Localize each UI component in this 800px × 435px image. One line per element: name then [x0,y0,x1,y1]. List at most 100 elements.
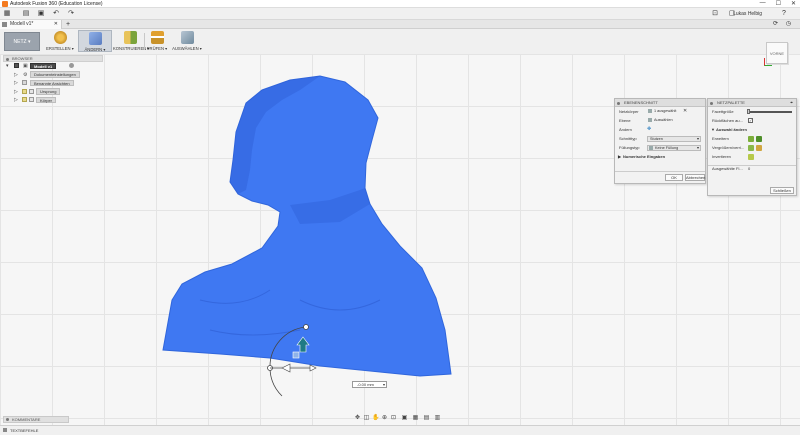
arc-handle-top[interactable] [303,324,309,330]
selected-faces-row: Ausgewählte Fl... 0 [708,164,796,173]
backfaces-checkbox[interactable]: ✓ [748,118,753,123]
browser-item[interactable]: ▷ Benannte Ansichten [3,79,103,88]
slider-knob[interactable] [747,109,750,114]
field-label: Ändern [619,127,632,132]
cancel-button[interactable]: Abbrechen [685,174,705,181]
orbit-icon[interactable]: ✥ [354,415,361,422]
environment-icon[interactable]: ▥ [434,415,441,422]
close-tab-icon[interactable]: ✕ [54,20,58,29]
visibility-icon[interactable] [22,97,27,102]
pin-icon[interactable]: ⌖ [790,99,793,107]
fill-icon [649,146,653,150]
help-icon[interactable]: ? [780,10,788,18]
shrink-icon[interactable] [756,144,762,151]
browser-root-row[interactable]: ▾ ▣ Modell v1 [3,62,103,71]
collapse-arrow-icon[interactable]: ▾ [6,63,9,69]
modify-menu[interactable]: ÄNDERN ▾ [78,30,112,52]
redo-icon[interactable]: ↷ [67,10,75,18]
collapse-dot-icon[interactable] [710,101,713,105]
navigation-bar: ✥ ◫ ✋ ⊕ ⊡ ▣ ▦ ▤ ▥ [354,414,460,423]
dialog-header[interactable]: EBENENSCHNITT [615,99,705,107]
expand-arrow-icon[interactable]: ▷ [14,89,18,95]
select-icon [180,31,194,44]
extend-all-icon[interactable] [756,135,762,142]
numeric-inputs-section[interactable]: ▶ Numerische Eingaben [615,152,705,161]
display-settings-icon[interactable]: ▣ [401,415,408,422]
user-name[interactable]: Lukas Helbig [733,11,762,17]
expand-arrow-icon[interactable]: ▷ [14,72,18,78]
refresh-icon[interactable]: ⟳ [772,21,779,28]
viewcube[interactable]: VORNE [764,42,788,66]
selection-chip[interactable]: 1 ausgewählt [647,109,678,115]
activate-radio-icon[interactable] [69,63,74,68]
job-status-icon[interactable]: ⊡ [711,10,719,18]
invert-row: Invertieren [708,152,796,161]
text-commands-bar[interactable]: TEXTBEFEHLE [0,425,800,435]
browser-item-label: Dokumenteinstellungen [30,71,80,78]
cut-type-select[interactable]: Stutzen ▾ [647,135,701,142]
section-label: Numerische Eingaben [623,154,666,159]
inspect-menu[interactable]: PRÜFEN ▾ [140,30,174,52]
expand-arrow-icon[interactable]: ▷ [14,80,18,86]
cursor-icon [648,118,652,122]
facet-size-slider[interactable] [748,110,792,113]
fit-icon[interactable]: ⊡ [390,415,397,422]
app-grid-icon[interactable]: ▦ [3,10,11,18]
browser-item[interactable]: ▷ Körper [3,96,103,105]
visibility-icon[interactable] [22,88,27,94]
folder-icon [29,97,34,102]
extend-row: Erweitern [708,134,796,143]
pan-icon[interactable]: ✋ [372,415,379,422]
browser-item[interactable]: ▷ ⚙ Dokumenteinstellungen [3,71,103,80]
workspace-switcher[interactable]: NETZ ▾ [4,32,40,51]
fusion-app-icon [2,1,8,7]
comments-panel[interactable]: KOMMENTARE [3,416,69,423]
browser-item[interactable]: ▷ Ursprung [3,88,103,97]
close-window-button[interactable]: ✕ [791,0,796,7]
ok-button[interactable]: OK [665,174,683,181]
field-label: Schnitttyp [619,136,637,141]
grow-icon[interactable] [748,144,754,151]
invert-icon[interactable] [748,153,754,160]
grid-snaps-icon[interactable]: ▦ [412,415,419,422]
plane-handle[interactable] [292,351,300,359]
expand-triangle-icon: ▶ [618,154,622,159]
dropdown-arrow-icon: ▾ [696,135,699,141]
plane-row: Ebene Auswählen [615,116,705,125]
axis-arrow-right[interactable] [309,364,317,372]
maximize-button[interactable]: ☐ [776,0,781,7]
viewports-icon[interactable]: ▤ [423,415,430,422]
create-menu[interactable]: ERSTELLEN ▾ [43,30,77,52]
new-tab-icon[interactable]: + [66,20,70,29]
minimize-button[interactable]: — [760,0,766,7]
fill-type-select[interactable]: Keine Füllung ▾ [647,144,701,151]
plane-select-chip[interactable]: Auswählen [647,118,675,124]
visibility-icon[interactable] [14,63,19,68]
file-menu-icon[interactable]: ▤ [22,10,30,18]
save-icon[interactable]: ▣ [37,10,45,18]
expand-arrow-icon[interactable]: ▷ [14,97,18,103]
undo-icon[interactable]: ↶ [52,10,60,18]
select-menu[interactable]: AUSWÄHLEN ▾ [170,30,204,52]
browser-header[interactable]: BROWSER [3,55,103,62]
dimension-input[interactable]: -0.00 mm ▾ [352,381,387,388]
window-title: Autodesk Fusion 360 (Education License) [10,0,103,7]
clock-icon[interactable]: ◷ [785,21,792,28]
close-button[interactable]: Schließen [770,187,794,194]
dropdown-arrow-icon[interactable]: ▾ [383,382,385,387]
dialog-header[interactable]: NETZPALETTE ⌖ [708,99,796,107]
section-label: Auswahl ändern [716,127,747,132]
axis-arrow-left[interactable] [281,363,291,373]
gear-icon: ⚙ [23,71,28,78]
collapse-dot-icon[interactable] [6,418,9,421]
clear-selection-icon[interactable]: ✕ [683,107,687,116]
change-selection-section[interactable]: ▼ Auswahl ändern [708,125,796,134]
collapse-dot-icon[interactable] [617,101,620,105]
document-tab[interactable]: Modell v1* ✕ [0,20,62,29]
look-at-icon[interactable]: ◫ [363,415,370,422]
move-icon[interactable]: ✥ [647,125,651,134]
extend-add-icon[interactable] [748,135,754,142]
zoom-icon[interactable]: ⊕ [381,415,388,422]
collapse-dot-icon[interactable] [6,57,9,61]
mesh-body[interactable] [162,75,452,377]
